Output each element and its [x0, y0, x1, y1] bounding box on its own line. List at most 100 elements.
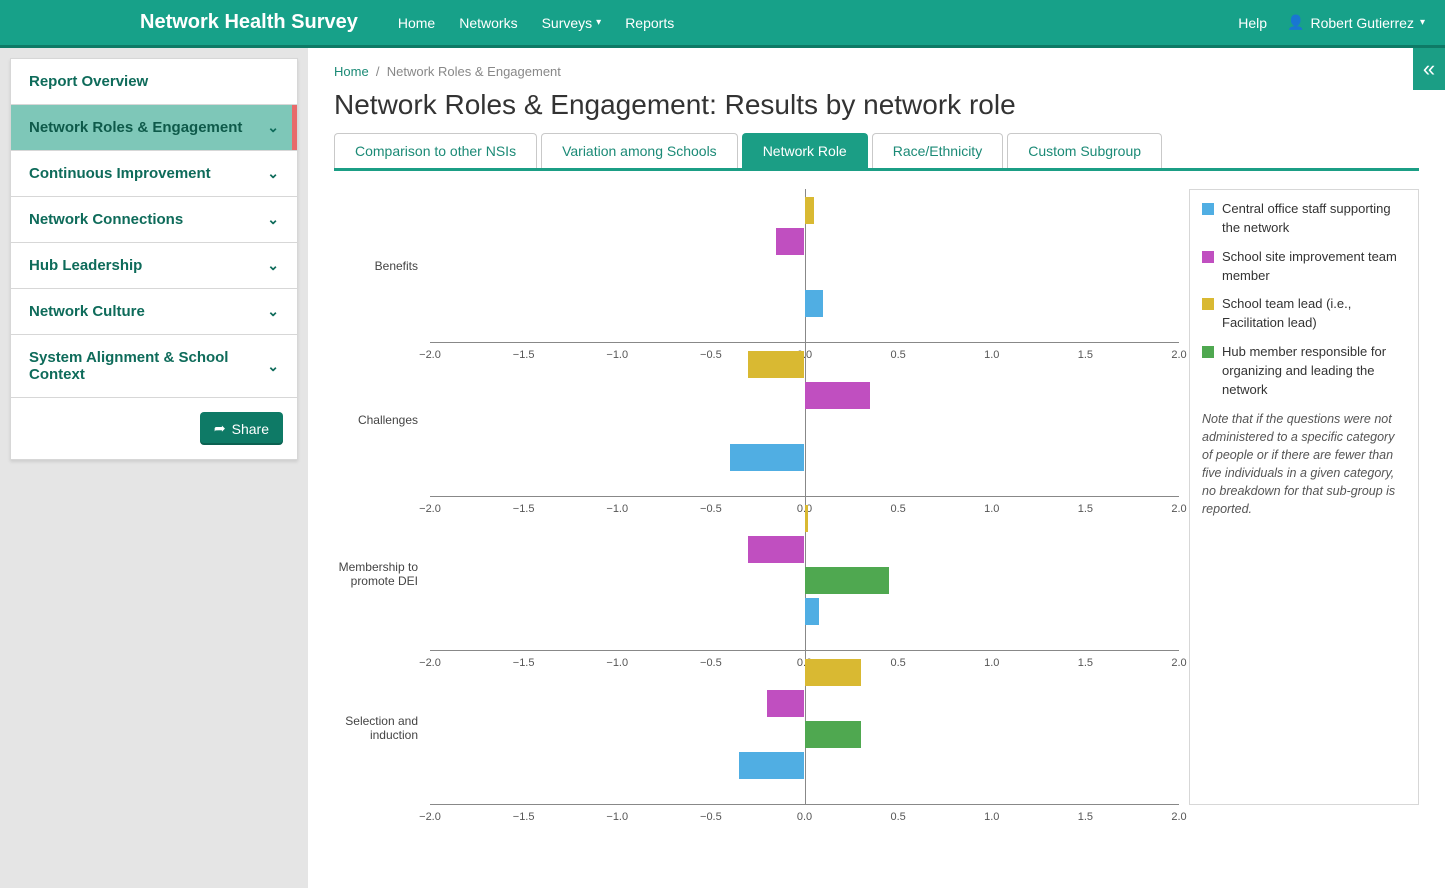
- caret-down-icon: ▾: [596, 17, 601, 28]
- sidebar-item[interactable]: Network Roles & Engagement ⌄: [11, 105, 297, 151]
- sidebar-item-label: System Alignment & School Context: [29, 349, 267, 383]
- chart-panel: Challenges −2.0−1.5−1.0−0.50.00.51.01.52.…: [334, 343, 1189, 497]
- x-tick: 1.0: [984, 811, 999, 823]
- tab[interactable]: Variation among Schools: [541, 133, 738, 168]
- bar: [730, 444, 805, 471]
- bars-group: [430, 351, 1179, 475]
- bar: [805, 382, 871, 409]
- page-title: Network Roles & Engagement: Results by n…: [334, 89, 1419, 121]
- chevron-down-icon: ⌄: [267, 165, 279, 182]
- x-tick: −2.0: [419, 811, 441, 823]
- x-tick: −1.5: [513, 811, 535, 823]
- legend-item: School site improvement team member: [1202, 248, 1406, 286]
- sidebar-item[interactable]: System Alignment & School Context⌄: [11, 335, 297, 398]
- panel-label: Challenges: [334, 413, 424, 427]
- bar: [805, 659, 861, 686]
- tab[interactable]: Custom Subgroup: [1007, 133, 1162, 168]
- legend-item: School team lead (i.e., Facilitation lea…: [1202, 295, 1406, 333]
- sidebar-item-label: Network Connections: [29, 211, 183, 228]
- brand-title: Network Health Survey: [140, 11, 358, 34]
- nav-help[interactable]: Help: [1238, 15, 1267, 31]
- legend-label: School team lead (i.e., Facilitation lea…: [1222, 295, 1406, 333]
- legend-item: Hub member responsible for organizing an…: [1202, 343, 1406, 400]
- sidebar-item-label: Hub Leadership: [29, 257, 142, 274]
- panel-label: Membership to promote DEI: [334, 560, 424, 588]
- legend-swatch: [1202, 298, 1214, 310]
- chart-panel: Selection and induction−2.0−1.5−1.0−0.50…: [334, 651, 1189, 805]
- chart-area: Benefits−2.0−1.5−1.0−0.50.00.51.01.52.0C…: [334, 189, 1189, 805]
- sidebar-item-label: Continuous Improvement: [29, 165, 211, 182]
- share-button[interactable]: ➦ Share: [200, 412, 283, 445]
- plot-area: −2.0−1.5−1.0−0.50.00.51.01.52.0: [430, 343, 1179, 497]
- sidebar-item[interactable]: Hub Leadership ⌄: [11, 243, 297, 289]
- sidebar-item-label: Network Roles & Engagement: [29, 119, 242, 136]
- bar: [805, 197, 814, 224]
- bar: [805, 290, 824, 317]
- plot-area: −2.0−1.5−1.0−0.50.00.51.01.52.0: [430, 497, 1179, 651]
- bars-group: [430, 659, 1179, 783]
- plot-area: −2.0−1.5−1.0−0.50.00.51.01.52.0: [430, 651, 1179, 805]
- sidebar-item[interactable]: Network Culture ⌄: [11, 289, 297, 335]
- sidebar-item-label: Report Overview: [29, 73, 148, 90]
- legend-label: School site improvement team member: [1222, 248, 1406, 286]
- panel-label: Selection and induction: [334, 714, 424, 742]
- chart-legend: Central office staff supporting the netw…: [1189, 189, 1419, 805]
- bar: [805, 505, 809, 532]
- x-tick: 2.0: [1171, 811, 1186, 823]
- chevron-down-icon: ⌄: [267, 358, 279, 375]
- legend-swatch: [1202, 203, 1214, 215]
- nav-home[interactable]: Home: [398, 15, 435, 31]
- tab[interactable]: Race/Ethnicity: [872, 133, 1003, 168]
- collapse-panel-icon[interactable]: «: [1413, 48, 1445, 90]
- sidebar: Report Overview Network Roles & Engagemen…: [10, 58, 298, 460]
- share-icon: ➦: [214, 420, 226, 437]
- tab[interactable]: Comparison to other NSIs: [334, 133, 537, 168]
- bar: [805, 567, 889, 594]
- breadcrumb: Home / Network Roles & Engagement: [334, 64, 1419, 79]
- bar: [739, 752, 805, 779]
- nav-networks[interactable]: Networks: [459, 15, 517, 31]
- legend-item: Central office staff supporting the netw…: [1202, 200, 1406, 238]
- user-menu[interactable]: 👤 Robert Gutierrez ▾: [1287, 14, 1425, 31]
- caret-down-icon: ▾: [1420, 17, 1425, 28]
- legend-label: Central office staff supporting the netw…: [1222, 200, 1406, 238]
- bars-group: [430, 505, 1179, 629]
- bar: [748, 536, 804, 563]
- nav-reports[interactable]: Reports: [625, 15, 674, 31]
- bar: [805, 721, 861, 748]
- sidebar-item[interactable]: Continuous Improvement ⌄: [11, 151, 297, 197]
- chevron-down-icon: ⌄: [267, 257, 279, 274]
- sidebar-item[interactable]: Report Overview: [11, 59, 297, 105]
- legend-swatch: [1202, 251, 1214, 263]
- x-tick: 0.0: [797, 811, 812, 823]
- panel-label: Benefits: [334, 259, 424, 273]
- sidebar-item-label: Network Culture: [29, 303, 145, 320]
- chart-panel: Membership to promote DEI−2.0−1.5−1.0−0.…: [334, 497, 1189, 651]
- legend-swatch: [1202, 346, 1214, 358]
- chevron-down-icon: ⌄: [267, 303, 279, 320]
- chevron-down-icon: ⌄: [267, 119, 279, 136]
- bar: [805, 598, 820, 625]
- tab[interactable]: Network Role: [742, 133, 868, 168]
- bar: [748, 351, 804, 378]
- top-nav: Home Networks Surveys▾ Reports: [398, 15, 1238, 31]
- sidebar-item[interactable]: Network Connections ⌄: [11, 197, 297, 243]
- chart-panel: Benefits −2.0−1.5−1.0−0.50.00.51.01.52.0: [334, 189, 1189, 343]
- main-content: « Home / Network Roles & Engagement Netw…: [308, 48, 1445, 888]
- breadcrumb-home[interactable]: Home: [334, 64, 369, 79]
- x-tick: −1.0: [606, 811, 628, 823]
- tabs: Comparison to other NSIsVariation among …: [334, 133, 1419, 171]
- bar: [767, 690, 804, 717]
- topbar: Network Health Survey Home Networks Surv…: [0, 0, 1445, 48]
- legend-label: Hub member responsible for organizing an…: [1222, 343, 1406, 400]
- plot-area: −2.0−1.5−1.0−0.50.00.51.01.52.0: [430, 189, 1179, 343]
- chevron-down-icon: ⌄: [267, 211, 279, 228]
- x-tick: 0.5: [890, 811, 905, 823]
- top-right: Help 👤 Robert Gutierrez ▾: [1238, 14, 1425, 31]
- bar: [776, 228, 804, 255]
- user-icon: 👤: [1287, 14, 1304, 31]
- bars-group: [430, 197, 1179, 321]
- nav-surveys[interactable]: Surveys▾: [542, 15, 602, 31]
- legend-note: Note that if the questions were not admi…: [1202, 410, 1406, 519]
- x-tick: 1.5: [1078, 811, 1093, 823]
